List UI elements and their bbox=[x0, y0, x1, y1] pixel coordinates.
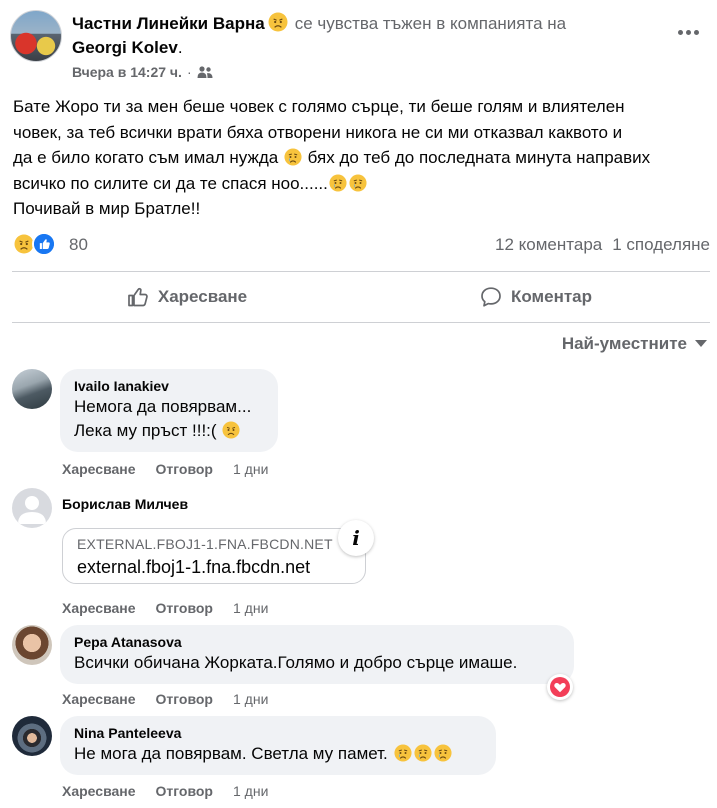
caret-down-icon bbox=[695, 340, 707, 347]
comment-bubble: Pepa Atanasova Всички обичана Жорката.Го… bbox=[60, 625, 574, 684]
post-action-bar: Харесване Коментар bbox=[12, 278, 710, 316]
commenter-avatar[interactable] bbox=[12, 716, 52, 756]
comment-age[interactable]: 1 дни bbox=[233, 691, 268, 707]
comment-actions: Харесване Отговор 1 дни bbox=[62, 691, 268, 707]
post-header: Частни Линейки Варна се чувства тъжен в к… bbox=[10, 10, 710, 82]
commenter-avatar[interactable] bbox=[12, 369, 52, 409]
tagged-line: Georgi Kolev. bbox=[72, 37, 183, 59]
comment-text-line: Лека му пръст !!!:( bbox=[74, 421, 217, 440]
page-name-link[interactable]: Частни Линейки Варна bbox=[72, 14, 265, 33]
sort-label: Най-уместните bbox=[561, 334, 687, 353]
comment-actions: Харесване Отговор 1 дни bbox=[62, 783, 268, 799]
divider bbox=[12, 322, 710, 323]
friends-icon[interactable] bbox=[197, 65, 213, 79]
comments-count-link[interactable]: 12 коментара bbox=[495, 235, 602, 255]
dot-icon bbox=[677, 29, 683, 35]
comment-age[interactable]: 1 дни bbox=[233, 461, 268, 477]
post-line: Бате Жоро ти за мен беше човек с голямо … bbox=[13, 97, 625, 116]
person-silhouette-icon bbox=[18, 496, 46, 524]
crying-face-icon bbox=[284, 148, 302, 166]
comment-age[interactable]: 1 дни bbox=[233, 600, 268, 616]
crying-face-icon bbox=[394, 744, 412, 762]
more-options-button[interactable] bbox=[674, 24, 702, 40]
info-icon[interactable]: i bbox=[338, 520, 374, 556]
comment-text: Лека му пръст !!!:( bbox=[74, 419, 266, 443]
post-line-text: всичко по силите си да те спася ноо.....… bbox=[13, 173, 328, 193]
commenter-avatar[interactable] bbox=[12, 625, 52, 665]
dot-icon bbox=[685, 29, 691, 35]
comment-reply-link[interactable]: Отговор bbox=[156, 783, 213, 799]
tagged-suffix: . bbox=[177, 38, 183, 57]
comment-button-label: Коментар bbox=[511, 287, 592, 306]
like-button[interactable]: Харесване bbox=[12, 278, 361, 316]
comment-bubble-icon bbox=[481, 287, 501, 307]
comment-reply-link[interactable]: Отговор bbox=[156, 600, 213, 616]
comment-text-line: Не мога да повярвам. Светла му памет. bbox=[74, 744, 388, 763]
shares-count-link[interactable]: 1 споделяне bbox=[612, 235, 710, 255]
default-avatar-icon[interactable] bbox=[12, 488, 52, 528]
post-line-text: да е било когато съм имал нужда bbox=[13, 148, 279, 167]
reaction-count[interactable]: 80 bbox=[69, 235, 88, 255]
comment-sort-dropdown[interactable]: Най-уместните bbox=[562, 334, 707, 354]
thumbs-up-icon bbox=[128, 287, 148, 307]
post-timestamp[interactable]: Вчера в 14:27 ч. bbox=[72, 64, 182, 80]
crying-face-icon bbox=[434, 744, 452, 762]
sad-face-icon bbox=[222, 421, 240, 439]
comment-age[interactable]: 1 дни bbox=[233, 783, 268, 799]
heart-icon bbox=[550, 677, 570, 697]
comment-text: Немога да повярвам... bbox=[74, 397, 252, 416]
like-reaction-icon bbox=[32, 232, 56, 256]
comment-bubble: Ivailo Ianakiev Немога да повярвам... Ле… bbox=[60, 369, 278, 452]
feeling-text: се чувства тъжен в компанията на bbox=[294, 14, 567, 33]
sad-feeling-icon bbox=[268, 12, 288, 32]
commenter-name[interactable]: Ivailo Ianakiev bbox=[74, 377, 266, 395]
dot-icon bbox=[693, 29, 699, 35]
crying-face-icon bbox=[329, 174, 347, 192]
comment-like-link[interactable]: Харесване bbox=[62, 461, 136, 477]
tagged-person-link[interactable]: Georgi Kolev bbox=[72, 38, 178, 57]
post-stats: 12 коментара 1 споделяне bbox=[495, 235, 710, 255]
comment-bubble: Nina Panteleeva Не мога да повярвам. Све… bbox=[60, 716, 496, 775]
post-meta: Вчера в 14:27 ч. · bbox=[72, 64, 213, 80]
page-avatar[interactable] bbox=[10, 10, 62, 62]
link-preview-card[interactable]: EXTERNAL.FBOJ1-1.FNA.FBCDN.NET external.… bbox=[62, 528, 366, 584]
crying-face-icon bbox=[414, 744, 432, 762]
comment-like-link[interactable]: Харесване bbox=[62, 783, 136, 799]
meta-separator: · bbox=[186, 64, 192, 80]
post-body: Бате Жоро ти за мен беше човек с голямо … bbox=[13, 94, 708, 222]
comment-actions: Харесване Отговор 1 дни bbox=[62, 461, 268, 477]
link-url: external.fboj1-1.fna.fbcdn.net bbox=[77, 557, 311, 577]
comment-reply-link[interactable]: Отговор bbox=[156, 461, 213, 477]
comment-actions: Харесване Отговор 1 дни bbox=[62, 600, 268, 616]
post-line: да е било когато съм имал нужда бях до т… bbox=[13, 145, 708, 171]
divider bbox=[12, 271, 710, 272]
love-reaction-badge[interactable] bbox=[547, 674, 573, 700]
post-line: човек, за теб всички врати бяха отворени… bbox=[13, 122, 623, 142]
comment-button[interactable]: Коментар bbox=[361, 278, 710, 316]
comment-text: Не мога да повярвам. Светла му памет. bbox=[74, 742, 484, 766]
commenter-name[interactable]: Pepa Atanasova bbox=[74, 633, 562, 651]
comment-text: Всички обичана Жорката.Голямо и добро съ… bbox=[74, 653, 518, 672]
comment-like-link[interactable]: Харесване bbox=[62, 691, 136, 707]
reactions-summary: 80 12 коментара 1 споделяне bbox=[12, 232, 710, 258]
crying-face-icon bbox=[349, 174, 367, 192]
link-host: EXTERNAL.FBOJ1-1.FNA.FBCDN.NET bbox=[77, 536, 333, 552]
post-line: всичко по силите си да те спася ноо.....… bbox=[13, 171, 708, 197]
post-line-text: бях до теб до последната минута направих bbox=[307, 148, 651, 167]
comment-like-link[interactable]: Харесване bbox=[62, 600, 136, 616]
commenter-name[interactable]: Nina Panteleeva bbox=[74, 724, 484, 742]
reaction-icons[interactable] bbox=[12, 232, 56, 256]
comment-reply-link[interactable]: Отговор bbox=[156, 691, 213, 707]
post-author-line: Частни Линейки Варна се чувства тъжен в к… bbox=[72, 12, 566, 35]
commenter-name[interactable]: Борислав Милчев bbox=[62, 496, 188, 512]
post-line: Почивай в мир Братле!! bbox=[13, 199, 201, 218]
like-button-label: Харесване bbox=[157, 287, 248, 306]
